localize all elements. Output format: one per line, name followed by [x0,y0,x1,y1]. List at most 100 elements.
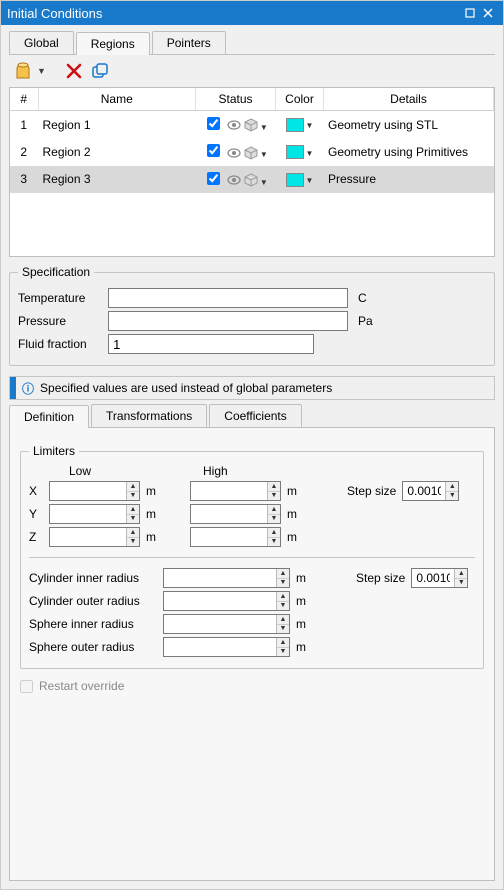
spin-down-icon[interactable]: ▼ [277,602,289,611]
spin-up-icon[interactable]: ▲ [277,638,289,648]
spin-field[interactable] [191,528,267,546]
color-dropdown-icon[interactable]: ▼ [304,149,314,158]
duplicate-region-icon[interactable] [90,61,110,81]
delete-region-icon[interactable] [64,61,84,81]
table-row[interactable]: 3Region 3 ▼▼Pressure [10,166,494,193]
col-index[interactable]: # [10,88,38,111]
spin-input[interactable]: ▲▼ [163,637,290,657]
table-row[interactable]: 1Region 1 ▼▼Geometry using STL [10,111,494,139]
add-region-dropdown-icon[interactable]: ▼ [37,66,46,76]
col-color[interactable]: Color [276,88,324,111]
tab-pointers[interactable]: Pointers [152,31,226,54]
spin-up-icon[interactable]: ▲ [127,528,139,538]
spin-up-icon[interactable]: ▲ [127,505,139,515]
table-row[interactable]: 2Region 2 ▼▼Geometry using Primitives [10,138,494,165]
spin-field[interactable] [403,482,445,500]
spin-input[interactable]: ▲▼ [190,504,281,524]
tab-regions[interactable]: Regions [76,32,150,55]
color-dropdown-icon[interactable]: ▼ [304,121,314,130]
spin-down-icon[interactable]: ▼ [268,538,280,547]
spin-field[interactable] [50,482,126,500]
spin-arrows[interactable]: ▲▼ [276,569,289,587]
spin-input[interactable]: ▲▼ [402,481,459,501]
status-dropdown-icon[interactable]: ▼ [258,178,268,187]
row-color-swatch[interactable] [286,173,304,187]
spin-up-icon[interactable]: ▲ [268,505,280,515]
spin-input[interactable]: ▲▼ [163,614,290,634]
spin-field[interactable] [164,592,276,610]
spin-arrows[interactable]: ▲▼ [267,482,280,500]
spin-field[interactable] [412,569,454,587]
spin-input[interactable]: ▲▼ [49,527,140,547]
status-dropdown-icon[interactable]: ▼ [258,150,268,159]
geometry-icon[interactable] [244,146,258,163]
spin-arrows[interactable]: ▲▼ [126,505,139,523]
subtab-definition[interactable]: Definition [9,405,89,428]
spin-down-icon[interactable]: ▼ [277,625,289,634]
row-status-checkbox[interactable] [207,117,220,130]
col-details[interactable]: Details [324,88,494,111]
spin-field[interactable] [50,528,126,546]
spin-input[interactable]: ▲▼ [411,568,468,588]
spin-arrows[interactable]: ▲▼ [454,569,467,587]
spin-up-icon[interactable]: ▲ [127,482,139,492]
spin-arrows[interactable]: ▲▼ [276,615,289,633]
spin-field[interactable] [191,505,267,523]
spin-input[interactable]: ▲▼ [163,591,290,611]
spin-arrows[interactable]: ▲▼ [276,592,289,610]
spin-field[interactable] [164,615,276,633]
spin-field[interactable] [164,569,276,587]
row-color-swatch[interactable] [286,145,304,159]
spin-up-icon[interactable]: ▲ [277,615,289,625]
spin-down-icon[interactable]: ▼ [277,648,289,657]
status-dropdown-icon[interactable]: ▼ [258,123,268,132]
spin-field[interactable] [191,482,267,500]
close-icon[interactable] [479,6,497,21]
spin-down-icon[interactable]: ▼ [268,492,280,501]
row-status-checkbox[interactable] [207,144,220,157]
visibility-icon[interactable] [227,147,241,162]
tab-global[interactable]: Global [9,31,74,54]
temperature-input[interactable] [108,288,348,308]
spin-input[interactable]: ▲▼ [190,527,281,547]
spin-down-icon[interactable]: ▼ [446,492,458,501]
spin-field[interactable] [164,638,276,656]
spin-up-icon[interactable]: ▲ [268,482,280,492]
spin-input[interactable]: ▲▼ [163,568,290,588]
visibility-icon[interactable] [227,174,241,189]
subtab-coefficients[interactable]: Coefficients [209,404,301,427]
spin-down-icon[interactable]: ▼ [455,579,467,588]
spin-arrows[interactable]: ▲▼ [276,638,289,656]
subtab-transformations[interactable]: Transformations [91,404,207,427]
spin-arrows[interactable]: ▲▼ [445,482,458,500]
fluid-fraction-input[interactable] [108,334,314,354]
spin-arrows[interactable]: ▲▼ [267,505,280,523]
spin-down-icon[interactable]: ▼ [127,492,139,501]
spin-up-icon[interactable]: ▲ [455,569,467,579]
restart-override-checkbox[interactable] [20,680,33,693]
row-color-swatch[interactable] [286,118,304,132]
visibility-icon[interactable] [227,119,241,134]
spin-down-icon[interactable]: ▼ [127,538,139,547]
spin-arrows[interactable]: ▲▼ [267,528,280,546]
spin-down-icon[interactable]: ▼ [277,579,289,588]
spin-input[interactable]: ▲▼ [49,481,140,501]
col-name[interactable]: Name [38,88,196,111]
spin-up-icon[interactable]: ▲ [277,592,289,602]
spin-input[interactable]: ▲▼ [49,504,140,524]
spin-up-icon[interactable]: ▲ [268,528,280,538]
color-dropdown-icon[interactable]: ▼ [304,176,314,185]
spin-down-icon[interactable]: ▼ [268,515,280,524]
row-status-checkbox[interactable] [207,172,220,185]
spin-field[interactable] [50,505,126,523]
add-region-icon[interactable] [13,61,33,81]
col-status[interactable]: Status [196,88,276,111]
geometry-icon[interactable] [244,118,258,135]
spin-up-icon[interactable]: ▲ [446,482,458,492]
pressure-input[interactable] [108,311,348,331]
geometry-icon[interactable] [244,173,258,190]
spin-arrows[interactable]: ▲▼ [126,482,139,500]
restore-icon[interactable] [461,6,479,21]
spin-arrows[interactable]: ▲▼ [126,528,139,546]
spin-up-icon[interactable]: ▲ [277,569,289,579]
